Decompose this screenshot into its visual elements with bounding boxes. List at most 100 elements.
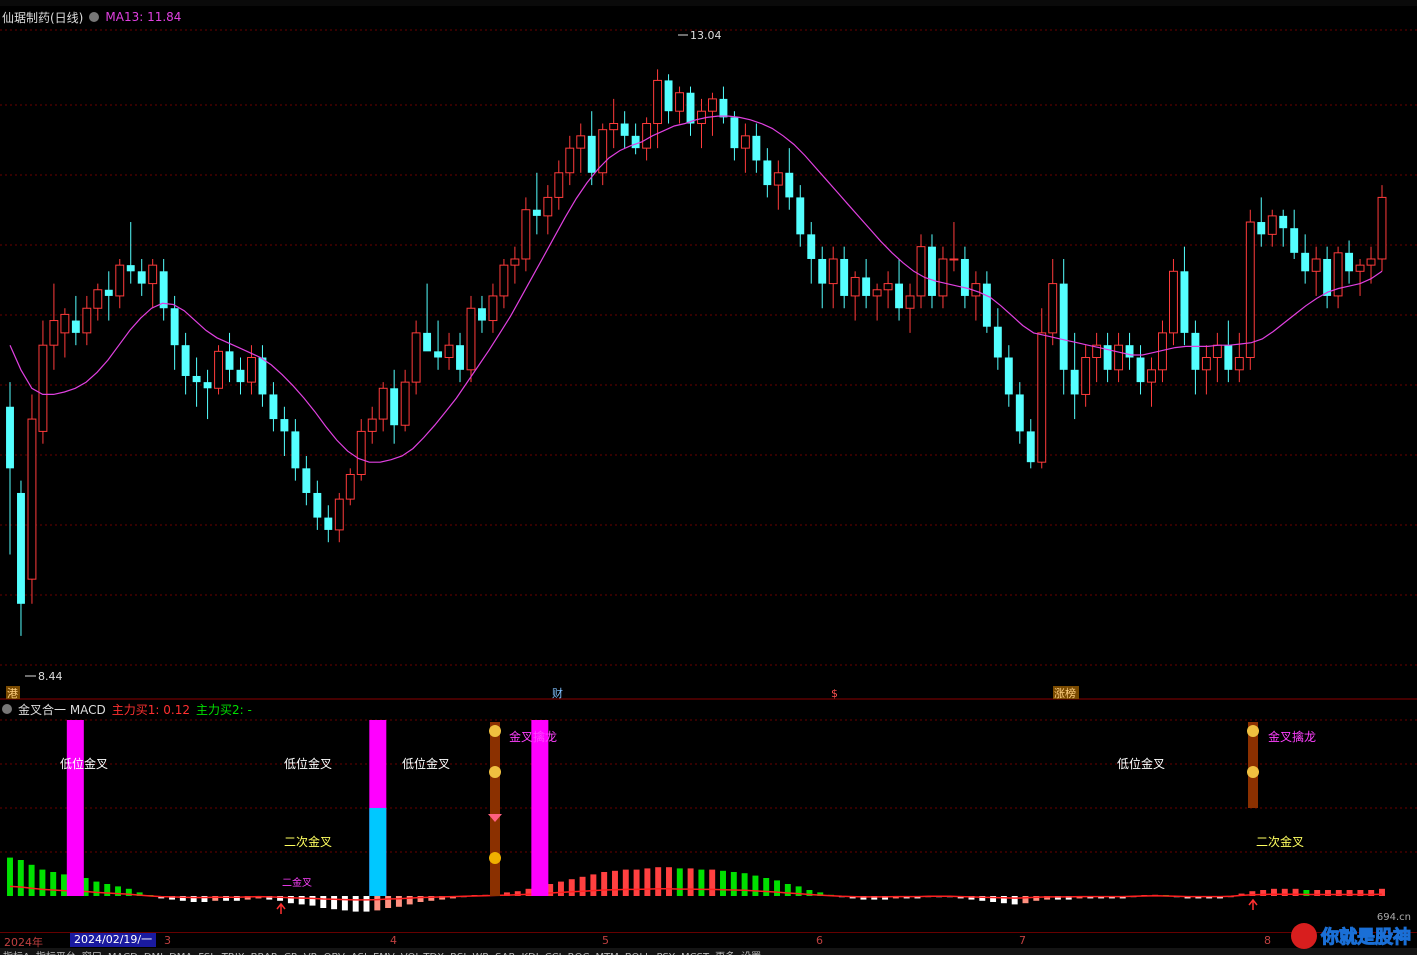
candle-body [631, 135, 640, 149]
watermark: 你就是股神 [1291, 923, 1412, 949]
candle [554, 160, 564, 210]
macd-bar [341, 896, 348, 911]
indicator-tabs: 指标A指标平台窗口MACDDMIDMAFSLTRIXBRARCRVROBVASI… [0, 948, 1417, 955]
macd-line [9, 885, 1383, 901]
candle-body [356, 430, 366, 475]
candle [773, 160, 783, 210]
candle-body [708, 98, 717, 112]
candle-body [949, 258, 959, 261]
candle [126, 222, 135, 284]
candle-body [862, 277, 871, 296]
event-marker-limit-up[interactable]: 涨榜 [1054, 686, 1076, 700]
candle [740, 123, 750, 173]
macd-bar [395, 896, 402, 907]
candle [1048, 258, 1058, 346]
macd-bar [644, 868, 651, 896]
candle-body [444, 344, 454, 358]
candle [1377, 185, 1387, 272]
cursor-date: 2024/02/19/一 [70, 933, 157, 947]
candle-body [928, 246, 936, 296]
indicator-chart[interactable]: 低位金叉 低位金叉 低位金叉 低位金叉 金叉擒龙 金叉擒龙 二次金叉 二次金叉 … [0, 700, 1417, 932]
macd-bar [622, 869, 629, 896]
candle [532, 172, 541, 235]
candle [598, 123, 608, 186]
indicator-grid [0, 719, 1417, 853]
macd-bar [385, 896, 392, 908]
candle-body [411, 332, 421, 383]
candle-body [807, 234, 816, 259]
candle [1004, 345, 1013, 407]
candle-body [620, 123, 629, 136]
candle [1224, 320, 1233, 383]
candle-body [345, 473, 355, 500]
candle-body [423, 332, 432, 352]
candle [993, 308, 1002, 370]
macd-bar [763, 878, 770, 896]
macd-bar [104, 884, 111, 896]
candle [620, 111, 629, 149]
stock-title[interactable]: 仙琚制药(日线) [2, 9, 83, 26]
settings-icon[interactable] [89, 12, 100, 22]
event-marker-finance[interactable]: 财 [552, 686, 563, 700]
candle-body [1279, 215, 1288, 229]
indicator-tab[interactable]: 设置 [738, 948, 764, 955]
candle-body [1048, 283, 1058, 334]
candle-body [719, 98, 728, 118]
candle-body [291, 431, 300, 469]
indicator-name[interactable]: 金叉合一 MACD [18, 701, 106, 718]
candle [434, 320, 443, 370]
candle-body [1037, 332, 1047, 463]
candle-body [258, 357, 267, 395]
candle-body [905, 295, 915, 309]
signal-labels: 低位金叉 低位金叉 低位金叉 低位金叉 金叉擒龙 金叉擒龙 二次金叉 二次金叉 … [60, 729, 1316, 889]
candle [258, 345, 267, 407]
candle [840, 246, 849, 309]
candle [1279, 209, 1288, 247]
candle [1290, 209, 1299, 259]
candle-body [730, 117, 739, 149]
price-chart[interactable]: 13.04 8.44 港 财 $ 涨榜 [0, 0, 1417, 700]
candle-body [1257, 222, 1266, 235]
candle [71, 295, 80, 346]
macd-bar [61, 874, 67, 896]
candle-body [1081, 357, 1091, 395]
indicator-tab[interactable]: 指标平台 [33, 948, 79, 955]
candle-body [269, 394, 278, 420]
candle-body [895, 283, 904, 309]
candle [1169, 258, 1178, 346]
indicator-tab[interactable]: 更多 [712, 948, 738, 955]
smiley-icon [489, 766, 501, 778]
signal-label: 低位金叉 [60, 756, 108, 771]
candle [6, 382, 14, 555]
indicator-value-1: 主力买1: 0.12 [111, 702, 191, 717]
event-marker-dollar[interactable]: $ [831, 687, 838, 700]
candle-body [115, 264, 125, 297]
candle [960, 246, 969, 309]
candle [291, 419, 300, 481]
candle [730, 111, 739, 161]
signal-label: 金叉擒龙 [509, 729, 557, 744]
indicator-tab[interactable]: 指标A [0, 948, 33, 955]
candle [609, 98, 619, 149]
candle [115, 258, 125, 309]
candle-body [1201, 357, 1211, 371]
candle-body [280, 419, 289, 432]
indicator-tab[interactable]: 窗口 [79, 948, 105, 955]
candle [872, 283, 882, 321]
signal-label: 金叉擒龙 [1268, 729, 1316, 744]
candle-body [740, 135, 750, 149]
dragon-signal-column-1 [488, 722, 502, 896]
indicator-settings-icon[interactable] [2, 704, 12, 714]
candle-body [334, 498, 344, 531]
candle [478, 295, 486, 333]
macd-bar [39, 869, 46, 896]
candle-body [697, 110, 706, 125]
candle [1125, 332, 1134, 370]
candle-body [1311, 258, 1321, 272]
candle-body [390, 388, 399, 426]
candle [444, 332, 454, 370]
candle-body [159, 271, 168, 309]
event-marker-hk[interactable]: 港 [7, 687, 18, 700]
candle-body [1267, 215, 1277, 235]
macd-bar [17, 860, 24, 896]
